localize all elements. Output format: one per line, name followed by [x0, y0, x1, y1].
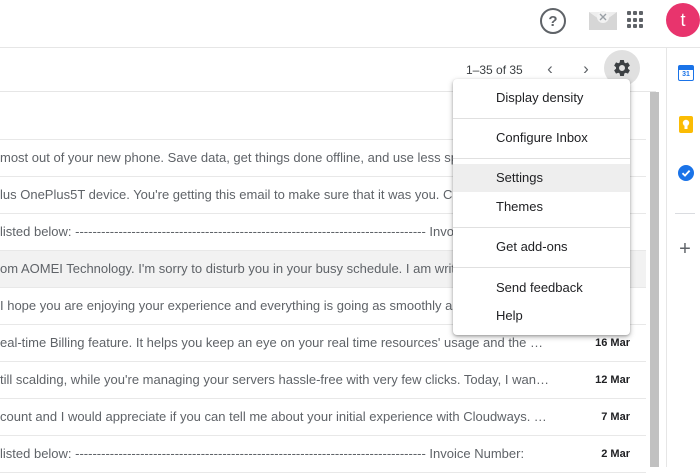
help-icon[interactable]: ? [540, 8, 566, 34]
email-snippet: count and I would appreciate if you can … [0, 409, 550, 424]
menu-item-display-density[interactable]: Display density [453, 84, 630, 112]
check-glyph [681, 169, 691, 177]
email-row[interactable]: listed below: --------------------------… [0, 436, 646, 473]
email-snippet: till scalding, while you're managing you… [0, 372, 549, 387]
menu-item-label: Configure Inbox [496, 130, 588, 145]
menu-item-label: Themes [496, 199, 543, 214]
apps-grid-icon[interactable] [627, 11, 645, 29]
email-date: 7 Mar [601, 411, 630, 423]
scrollbar[interactable] [650, 92, 659, 467]
menu-item-send-feedback[interactable]: Send feedback [453, 274, 630, 302]
email-row[interactable]: till scalding, while you're managing you… [0, 362, 646, 399]
menu-item-configure-inbox[interactable]: Configure Inbox [453, 124, 630, 152]
keep-icon[interactable] [679, 116, 693, 133]
menu-divider [453, 267, 630, 268]
menu-item-label: Display density [496, 90, 584, 105]
calendar-icon[interactable]: 31 [678, 65, 694, 81]
menu-divider [453, 227, 630, 228]
settings-menu: Display density Configure Inbox Settings… [453, 79, 630, 335]
menu-item-label: Settings [496, 170, 543, 185]
chevron-right-icon[interactable]: › [576, 59, 596, 79]
plus-icon[interactable]: + [677, 239, 693, 259]
page-count: 1–35 of 35 [466, 63, 523, 77]
menu-item-get-addons[interactable]: Get add-ons [453, 233, 630, 261]
email-date: 12 Mar [595, 374, 630, 386]
calendar-day: 31 [682, 71, 690, 78]
email-row[interactable]: count and I would appreciate if you can … [0, 399, 646, 436]
menu-item-themes[interactable]: Themes [453, 193, 630, 221]
menu-item-label: Help [496, 308, 523, 323]
menu-divider [453, 118, 630, 119]
avatar[interactable]: t [666, 3, 700, 37]
menu-divider [453, 158, 630, 159]
chevron-left-icon[interactable]: ‹ [540, 59, 560, 79]
menu-item-settings[interactable]: Settings [453, 164, 630, 192]
gear-glyph [614, 59, 630, 76]
menu-item-help[interactable]: Help [453, 302, 630, 330]
bulb-glyph [682, 119, 690, 129]
side-panel: 31 + [666, 48, 700, 467]
tasks-icon[interactable] [678, 165, 694, 181]
menu-item-label: Send feedback [496, 280, 583, 295]
mail-icon[interactable] [589, 10, 617, 30]
side-panel-divider [675, 213, 695, 214]
menu-item-label: Get add-ons [496, 239, 568, 254]
top-bar: ? t [0, 0, 700, 48]
